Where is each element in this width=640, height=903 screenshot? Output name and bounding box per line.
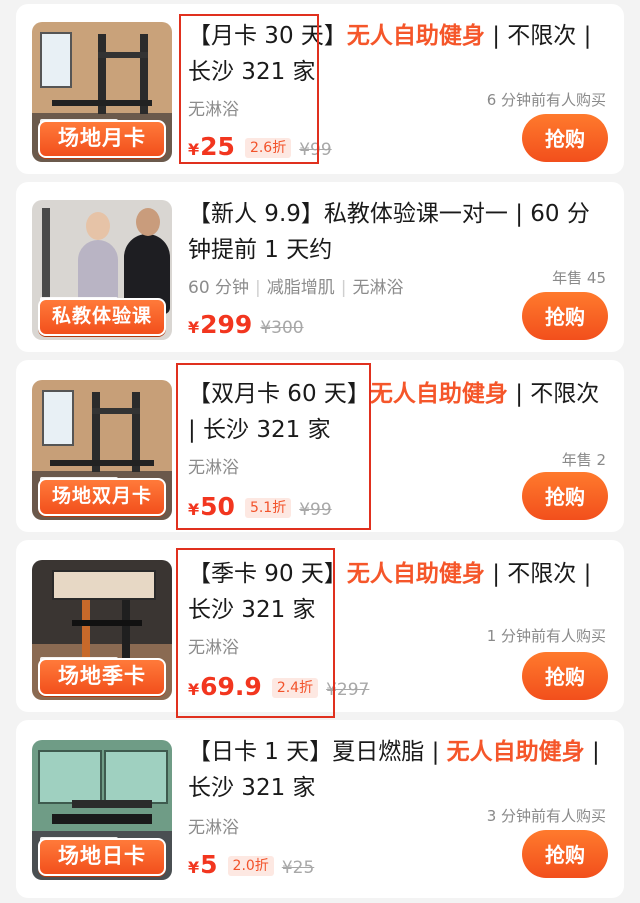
buy-button[interactable]: 抢购 [522,472,608,520]
thumbnail-tag: 场地月卡 [38,120,166,158]
sale-price: 25 [200,132,235,161]
original-price: ¥25 [281,858,315,878]
currency-symbol: ¥ [188,140,200,159]
currency-symbol: ¥ [188,318,200,337]
currency-symbol: ¥ [188,858,200,877]
discount-badge: 2.6折 [244,138,292,158]
currency-symbol: ¥ [188,500,200,519]
price-row: ¥ 25 2.6折 ¥99 [188,132,332,162]
deal-thumbnail[interactable]: 场地月卡 [32,22,172,162]
sale-price: 299 [200,310,253,339]
deal-subtitle: 无淋浴 [188,100,239,120]
deal-card[interactable]: 场地双月卡 【双月卡 60 天】无人自助健身 | 不限次 | 长沙 321 家 … [16,360,624,532]
thumbnail-tag: 场地双月卡 [38,478,166,516]
original-price: ¥99 [299,500,332,520]
thumbnail-tag: 场地季卡 [38,658,166,696]
price-row: ¥ 50 5.1折 ¥99 [188,492,332,522]
deal-card[interactable]: 场地季卡 【季卡 90 天】无人自助健身 | 不限次 | 长沙 321 家 无淋… [16,540,624,712]
original-price: ¥300 [260,318,304,338]
original-price: ¥99 [299,140,332,160]
deal-card[interactable]: 场地日卡 【日卡 1 天】夏日燃脂 | 无人自助健身 | 长沙 321 家 无淋… [16,720,624,898]
sale-price: 69.9 [200,672,262,701]
deal-card[interactable]: 场地月卡 【月卡 30 天】无人自助健身 | 不限次 | 长沙 321 家 无淋… [16,4,624,174]
recent-purchase-hint: 6 分钟前有人购买 [486,91,606,109]
deal-subtitle: 无淋浴 [188,638,239,658]
deal-card[interactable]: 私教体验课 【新人 9.9】私教体验课一对一 | 60 分钟提前 1 天约 60… [16,182,624,352]
buy-button[interactable]: 抢购 [522,292,608,340]
thumbnail-tag: 私教体验课 [38,298,166,336]
thumbnail-tag: 场地日卡 [38,838,166,876]
currency-symbol: ¥ [188,680,200,699]
deal-title: 【双月卡 60 天】无人自助健身 | 不限次 | 长沙 321 家 [188,381,600,443]
deal-thumbnail[interactable]: 场地双月卡 [32,380,172,520]
deal-title: 【月卡 30 天】无人自助健身 | 不限次 | 长沙 321 家 [188,23,592,85]
sale-price: 50 [200,492,235,521]
deal-subtitle: 无淋浴 [188,458,239,478]
deal-title: 【新人 9.9】私教体验课一对一 | 60 分钟提前 1 天约 [188,201,590,263]
recent-purchase-hint: 3 分钟前有人购买 [486,807,606,825]
deal-thumbnail[interactable]: 场地日卡 [32,740,172,880]
discount-badge: 2.0折 [227,856,274,876]
annual-sales: 年售 2 [561,451,606,469]
price-row: ¥ 5 2.0折 ¥25 [188,850,314,880]
discount-badge: 5.1折 [244,498,292,518]
buy-button[interactable]: 抢购 [522,652,608,700]
deal-thumbnail[interactable]: 私教体验课 [32,200,172,340]
sale-price: 5 [200,850,218,879]
buy-button[interactable]: 抢购 [522,830,608,878]
annual-sales: 年售 45 [552,269,606,287]
deal-subtitle: 60 分钟 | 减脂增肌 | 无淋浴 [188,278,404,298]
price-row: ¥ 299 ¥300 [188,310,304,340]
deal-list: 场地月卡 【月卡 30 天】无人自助健身 | 不限次 | 长沙 321 家 无淋… [0,0,640,903]
buy-button[interactable]: 抢购 [522,114,608,162]
recent-purchase-hint: 1 分钟前有人购买 [486,627,606,645]
price-row: ¥ 69.9 2.4折 ¥297 [188,672,369,702]
discount-badge: 2.4折 [271,678,319,698]
deal-thumbnail[interactable]: 场地季卡 [32,560,172,700]
deal-title: 【季卡 90 天】无人自助健身 | 不限次 | 长沙 321 家 [188,561,592,623]
deal-title: 【日卡 1 天】夏日燃脂 | 无人自助健身 | 长沙 321 家 [188,739,600,801]
deal-subtitle: 无淋浴 [188,818,239,838]
original-price: ¥297 [326,680,370,700]
